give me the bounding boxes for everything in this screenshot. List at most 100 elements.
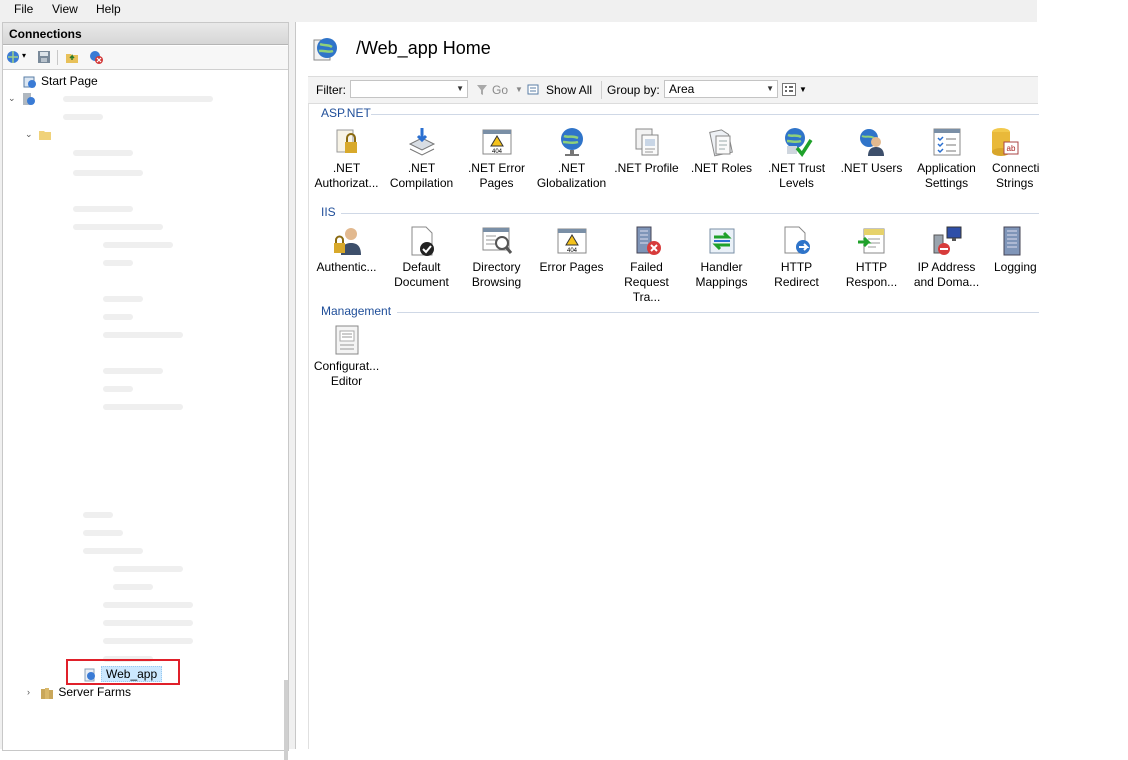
obscured-text [113, 566, 183, 572]
menu-file[interactable]: File [14, 2, 33, 16]
feature-authentication[interactable]: Authentic... [309, 225, 384, 275]
feature-label: HTTP [780, 260, 813, 274]
dropdown-arrow-icon[interactable]: ▼ [456, 81, 464, 97]
feature-net-globalization[interactable]: .NET Globalization [534, 126, 609, 191]
feature-net-users[interactable]: .NET Users [834, 126, 909, 176]
failed-request-tracing-icon [636, 226, 661, 255]
filter-bar: Filter: ▼ Go ▼ Show All Group by: Area ▼… [308, 76, 1038, 104]
feature-label: Mappings [695, 275, 748, 289]
group-by-label: Group by: [607, 83, 660, 97]
dropdown-arrow-icon[interactable]: ▼ [766, 81, 774, 97]
server-farm-icon [41, 687, 54, 699]
feature-label: Logging [994, 260, 1037, 274]
pane-splitter[interactable] [290, 22, 294, 749]
view-mode-icon[interactable] [782, 83, 796, 96]
default-document-icon [411, 226, 434, 256]
svg-text:404: 404 [566, 248, 577, 254]
feature-handler-mappings[interactable]: Handler Mappings [684, 225, 759, 290]
feature-net-compilation[interactable]: .NET Compilation [384, 126, 459, 191]
save-icon[interactable] [37, 50, 51, 64]
dropdown-arrow-icon[interactable]: ▾ [22, 51, 26, 60]
expand-arrow-icon[interactable]: › [27, 684, 37, 701]
collapse-arrow-icon[interactable]: ⌄ [8, 90, 18, 107]
obscured-text [73, 206, 133, 212]
tree-item-sites[interactable]: ⌄ [25, 126, 56, 143]
feature-connection-strings[interactable]: ab Connecti Strings [984, 126, 1039, 191]
feature-label: Redirect [774, 275, 819, 289]
tree-label-server-farms: Server Farms [58, 685, 132, 699]
go-button[interactable]: Go [492, 83, 508, 97]
obscured-text [63, 114, 103, 120]
collapse-arrow-icon[interactable]: ⌄ [25, 126, 35, 143]
view-dropdown-icon[interactable]: ▼ [799, 85, 807, 94]
menu-help[interactable]: Help [96, 2, 121, 16]
section-divider [371, 114, 1039, 115]
tree-scrollbar[interactable] [284, 680, 288, 760]
go-dropdown-icon[interactable]: ▼ [515, 85, 523, 94]
section-divider [341, 213, 1039, 214]
svg-text:ab: ab [1007, 144, 1016, 153]
group-by-select[interactable]: Area ▼ [664, 80, 778, 98]
tree-item-start-page[interactable]: Start Page [23, 73, 98, 90]
feature-label: Handler [700, 260, 743, 274]
feature-directory-browsing[interactable]: Directory Browsing [459, 225, 534, 290]
filter-input[interactable]: ▼ [350, 80, 468, 98]
feature-error-pages[interactable]: 404 Error Pages [534, 225, 609, 275]
net-globalization-icon [560, 128, 583, 156]
obscured-text [103, 314, 133, 320]
feature-label: Application [917, 161, 976, 175]
feature-configuration-editor[interactable]: Configurat... Editor [309, 324, 384, 389]
feature-label: Compilation [389, 176, 454, 190]
feature-label: Failed [630, 260, 663, 274]
toolbar-separator [601, 81, 602, 99]
feature-ip-address-domain[interactable]: IP Address and Doma... [909, 225, 984, 290]
features-view: ASP.NET .NET Authorizat... .NET Compilat… [308, 104, 1039, 749]
feature-label: .NET Roles [690, 161, 753, 175]
tree-item-server-farms[interactable]: › Server Farms [27, 684, 131, 701]
feature-label: and Doma... [913, 275, 980, 289]
feature-label: .NET [557, 161, 586, 175]
feature-default-document[interactable]: Default Document [384, 225, 459, 290]
main-pane: /Web_app Home Filter: ▼ Go ▼ Show All Gr… [295, 22, 1039, 749]
obscured-text [83, 512, 113, 518]
server-icon [23, 92, 36, 105]
feature-label: Strings [996, 176, 1034, 190]
obscured-text [103, 260, 133, 266]
feature-label: IP Address [917, 260, 976, 274]
feature-application-settings[interactable]: Application Settings [909, 126, 984, 191]
feature-label: .NET [332, 161, 361, 175]
feature-http-redirect[interactable]: HTTP Redirect [759, 225, 834, 290]
menu-view[interactable]: View [52, 2, 78, 16]
net-error-pages-icon: 404 [482, 129, 511, 155]
obscured-text [73, 224, 163, 230]
connections-toolbar: ▾ [3, 46, 288, 70]
application-settings-icon [933, 128, 960, 156]
feature-net-trust-levels[interactable]: .NET Trust Levels [759, 126, 834, 191]
obscured-text [103, 602, 193, 608]
connect-globe-icon[interactable] [6, 50, 20, 64]
connections-header: Connections [3, 23, 288, 45]
feature-net-profile[interactable]: .NET Profile [609, 126, 684, 176]
feature-net-authorization[interactable]: .NET Authorizat... [309, 126, 384, 191]
feature-http-response-headers[interactable]: HTTP Respon... [834, 225, 909, 290]
feature-label: Pages [479, 176, 514, 190]
http-response-headers-icon [857, 228, 884, 254]
feature-logging[interactable]: Logging [984, 225, 1039, 275]
disconnect-icon[interactable] [89, 50, 103, 64]
obscured-text [103, 404, 183, 410]
connections-pane: Connections ▾ Start Page ⌄ ⌄ Web_app › S… [2, 22, 289, 760]
obscured-text [73, 150, 133, 156]
feature-label: .NET [407, 161, 436, 175]
obscured-text [103, 620, 193, 626]
logging-icon [1003, 226, 1021, 256]
section-aspnet: ASP.NET [321, 106, 371, 120]
feature-label: Document [394, 275, 449, 289]
up-folder-icon[interactable] [65, 50, 79, 64]
feature-net-roles[interactable]: .NET Roles [684, 126, 759, 176]
tree-item-server[interactable]: ⌄ [8, 90, 39, 107]
tree-label-start-page: Start Page [41, 74, 98, 88]
menu-bar: File View Help [0, 0, 1037, 20]
feature-net-error-pages[interactable]: 404 .NET Error Pages [459, 126, 534, 191]
feature-failed-request-tracing[interactable]: Failed Request Tra... [609, 225, 684, 305]
show-all-button[interactable]: Show All [546, 83, 592, 97]
